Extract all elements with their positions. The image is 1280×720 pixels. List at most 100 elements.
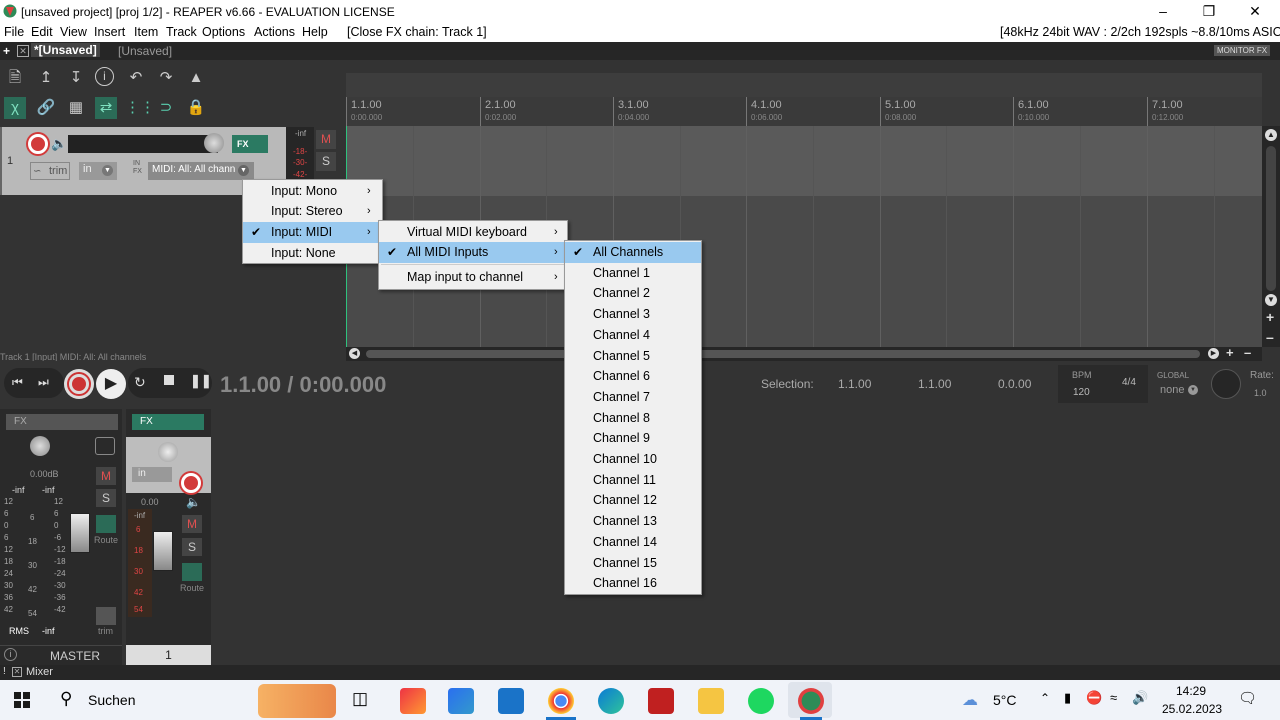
master-stereo-icon[interactable]: [95, 437, 115, 455]
scroll-right-icon[interactable]: ▶: [1208, 348, 1219, 359]
monitor-fx-button[interactable]: MONITOR FX: [1214, 45, 1271, 56]
record-arm-button[interactable]: [28, 134, 48, 154]
auto-crossfade-icon[interactable]: ⊃: [155, 97, 177, 119]
menu-options[interactable]: Options: [202, 25, 245, 39]
menu-item-channel[interactable]: Channel 1: [565, 263, 701, 284]
dock-menu-icon[interactable]: !: [3, 666, 6, 677]
edge-icon[interactable]: [598, 688, 624, 714]
stop-icon[interactable]: [164, 375, 174, 385]
zoom-in-icon[interactable]: +: [1226, 345, 1234, 360]
menu-item-channel[interactable]: Channel 4: [565, 325, 701, 346]
scroll-thumb[interactable]: [366, 350, 1200, 358]
menu-track[interactable]: Track: [166, 25, 197, 39]
menu-item-input-mono[interactable]: Input: Mono ›: [243, 181, 382, 202]
play-button[interactable]: ▶: [96, 369, 126, 399]
scroll-up-icon[interactable]: ▲: [1265, 129, 1277, 141]
scroll-down-icon[interactable]: ▼: [1265, 294, 1277, 306]
menu-insert[interactable]: Insert: [94, 25, 125, 39]
playrate-knob[interactable]: [1211, 369, 1241, 399]
menu-item-map-input-to-channel[interactable]: Map input to channel ›: [379, 267, 567, 288]
bpm-value[interactable]: 120: [1073, 387, 1090, 398]
fx-chain-toggle[interactable]: [Close FX chain: Track 1]: [347, 25, 487, 39]
menu-item-channel[interactable]: Channel 8: [565, 408, 701, 429]
menu-file[interactable]: File: [4, 25, 24, 39]
redo-icon[interactable]: ↷: [155, 67, 177, 89]
clock-date[interactable]: 25.02.2023: [1162, 702, 1222, 716]
master-trim-icon[interactable]: [96, 607, 116, 625]
weather-icon[interactable]: ☁: [962, 690, 978, 710]
menu-view[interactable]: View: [60, 25, 87, 39]
menu-item-input-none[interactable]: Input: None: [243, 243, 382, 264]
menu-item-all-channels[interactable]: ✔ All Channels: [565, 242, 701, 263]
global-automation-mode[interactable]: none: [1160, 384, 1184, 396]
save-project-icon[interactable]: ↧: [65, 67, 87, 89]
tab-project-2[interactable]: [Unsaved]: [118, 44, 172, 58]
maximize-button[interactable]: ❐: [1186, 0, 1232, 23]
track-1-fader[interactable]: [153, 531, 173, 571]
go-to-start-icon[interactable]: ⏮: [12, 375, 23, 390]
info-icon[interactable]: i: [4, 648, 17, 661]
network-status-icon[interactable]: ⛔: [1086, 690, 1102, 706]
rate-value[interactable]: 1.0: [1254, 388, 1267, 398]
solo-button[interactable]: S: [316, 152, 336, 171]
time-display[interactable]: 1.1.00 / 0:00.000: [220, 372, 386, 398]
selection-end[interactable]: 1.1.00: [918, 377, 951, 391]
tab-active-project[interactable]: *[Unsaved]: [31, 43, 100, 57]
menu-item-channel[interactable]: Channel 16: [565, 573, 701, 594]
close-button[interactable]: ✕: [1232, 0, 1278, 23]
close-tab-icon[interactable]: ✕: [17, 45, 29, 57]
open-project-icon[interactable]: ↥: [35, 67, 57, 89]
track-1-volume-readout[interactable]: 0.00: [141, 497, 159, 507]
audio-device-info[interactable]: [48kHz 24bit WAV : 2/2ch 192spls ~8.8/10…: [1000, 25, 1280, 39]
track-1-pan-knob[interactable]: [158, 442, 178, 462]
menu-item-channel[interactable]: Channel 11: [565, 470, 701, 491]
windows-start-icon[interactable]: [14, 692, 30, 708]
menu-item-channel[interactable]: Channel 5: [565, 346, 701, 367]
close-mixer-icon[interactable]: ✕: [12, 667, 22, 677]
battery-icon[interactable]: ▮: [1064, 690, 1071, 706]
track-1-mute-button[interactable]: M: [182, 515, 202, 533]
menu-help[interactable]: Help: [302, 25, 328, 39]
menu-item[interactable]: Item: [134, 25, 158, 39]
mixer-tab[interactable]: Mixer: [26, 666, 53, 678]
file-explorer-icon[interactable]: [698, 688, 724, 714]
track-1-lane[interactable]: [346, 126, 1262, 196]
new-project-icon[interactable]: 🗎: [4, 67, 26, 89]
clock-time[interactable]: 14:29: [1176, 684, 1206, 698]
menu-item-input-midi[interactable]: ✔ Input: MIDI ›: [243, 222, 382, 243]
track-1-route-icon[interactable]: [182, 563, 202, 581]
item-grouping-icon[interactable]: 🔗: [35, 97, 57, 119]
project-info-icon[interactable]: i: [95, 67, 114, 86]
undo-icon[interactable]: ↶: [125, 67, 147, 89]
spotify-icon[interactable]: [748, 688, 774, 714]
new-tab-button[interactable]: +: [3, 44, 10, 58]
track-1-solo-button[interactable]: S: [182, 538, 202, 556]
time-signature[interactable]: 4/4: [1122, 377, 1136, 388]
selection-start[interactable]: 1.1.00: [838, 377, 871, 391]
menu-item-input-stereo[interactable]: Input: Stereo ›: [243, 201, 382, 222]
scroll-thumb[interactable]: [1266, 146, 1276, 291]
task-view-icon[interactable]: ◫: [352, 689, 368, 709]
track-1-input-monitor[interactable]: in: [132, 467, 172, 482]
mute-button[interactable]: M: [316, 130, 336, 149]
horizontal-scrollbar[interactable]: ◀ ▶ + –: [346, 345, 1262, 361]
metronome-icon[interactable]: ▲: [185, 67, 207, 89]
master-fader[interactable]: [70, 513, 90, 553]
master-pan-knob[interactable]: [30, 436, 50, 456]
microsoft-store-icon[interactable]: [448, 688, 474, 714]
master-solo-button[interactable]: S: [96, 489, 116, 507]
ripple-edit-icon[interactable]: χ: [4, 97, 26, 119]
lock-icon[interactable]: 🔒: [185, 97, 207, 119]
menu-item-channel[interactable]: Channel 7: [565, 387, 701, 408]
track-1-record-arm-button[interactable]: [181, 473, 201, 493]
zoom-out-icon[interactable]: –: [1266, 329, 1274, 345]
minimize-button[interactable]: –: [1140, 0, 1186, 23]
master-fx-button[interactable]: FX: [6, 414, 118, 430]
vertical-scrollbar[interactable]: ▲ ▼ + –: [1262, 126, 1280, 347]
menu-item-all-midi-inputs[interactable]: ✔ All MIDI Inputs ›: [379, 242, 567, 263]
record-button[interactable]: [64, 369, 94, 399]
menu-item-channel[interactable]: Channel 12: [565, 490, 701, 511]
zoom-out-icon[interactable]: –: [1244, 345, 1251, 360]
menu-item-channel[interactable]: Channel 15: [565, 553, 701, 574]
mail-icon[interactable]: [498, 688, 524, 714]
